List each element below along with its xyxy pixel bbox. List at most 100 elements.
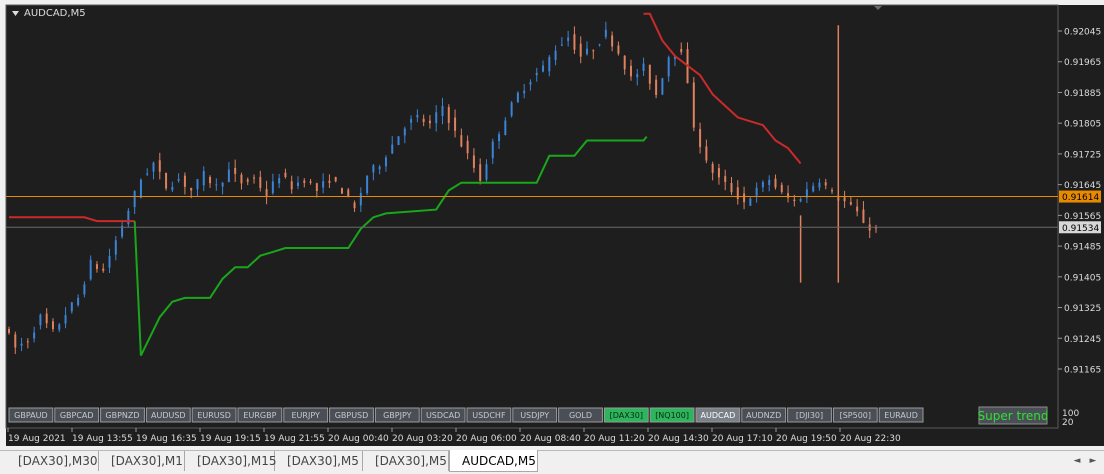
candle-body xyxy=(831,189,834,192)
candle-body xyxy=(271,181,274,194)
time-tick-label: 20 Aug 14:30 xyxy=(648,434,709,444)
symbol-button-eurusd[interactable]: EURUSD xyxy=(191,407,237,423)
symbol-button-label: EURUSD xyxy=(197,411,231,420)
candle-body xyxy=(655,79,658,95)
candle-body xyxy=(711,163,714,173)
symbol-button-audnzd[interactable]: AUDNZD xyxy=(741,407,787,423)
candle-body xyxy=(479,164,482,181)
symbol-button-sp500[interactable]: [SP500] xyxy=(832,407,878,423)
candle-body xyxy=(146,173,149,175)
symbol-button-label: EURGBP xyxy=(243,411,276,420)
time-tick-label: 20 Aug 17:10 xyxy=(712,434,773,444)
symbol-button-dji30[interactable]: [DJI30] xyxy=(787,407,832,423)
symbol-button-usdcad[interactable]: USDCAD xyxy=(420,407,466,423)
candle-body xyxy=(466,140,469,154)
candle-body xyxy=(642,63,645,71)
candle-body xyxy=(542,65,545,72)
candle-body xyxy=(410,119,413,123)
candle-body xyxy=(529,82,532,85)
candle-body xyxy=(736,187,739,200)
candle-body xyxy=(315,183,318,191)
symbol-button-label: USDJPY xyxy=(520,411,549,420)
time-tick-label: 20 Aug 08:40 xyxy=(520,434,581,444)
symbol-button-audcad[interactable]: AUDCAD xyxy=(695,407,741,423)
super-trend-badge[interactable]: Super trend xyxy=(978,406,1049,425)
candle-body xyxy=(95,264,98,270)
candle-body xyxy=(26,341,29,343)
price-tick-label: 0.91325 xyxy=(1064,304,1101,314)
tab-scroll-right-icon[interactable]: ► xyxy=(1086,453,1100,469)
bid-price-label: 0.91614 xyxy=(1062,193,1099,203)
candle-body xyxy=(567,37,570,41)
symbol-button-gbpnzd[interactable]: GBPNZD xyxy=(100,407,145,423)
candle-body xyxy=(127,210,130,225)
chart-tab[interactable]: [DAX30],M15 xyxy=(185,451,277,471)
symbol-button-gbpjpy[interactable]: GBPJPY xyxy=(374,407,420,423)
candle-body xyxy=(265,189,268,196)
candle-body xyxy=(39,314,42,326)
candle-body xyxy=(259,176,262,188)
candle-body xyxy=(485,164,488,180)
candle-body xyxy=(108,256,111,268)
candle-body xyxy=(303,180,306,183)
candle-body xyxy=(586,48,588,55)
candle-body xyxy=(774,178,777,188)
symbol-button-gbpcad[interactable]: GBPCAD xyxy=(54,407,100,423)
candle-body xyxy=(384,157,387,167)
symbol-button-label: GBPNZD xyxy=(105,411,139,420)
candle-body xyxy=(202,171,205,186)
candle-body xyxy=(441,106,444,117)
symbol-button-euraud[interactable]: EURAUD xyxy=(878,407,924,423)
symbol-button-usdjpy[interactable]: USDJPY xyxy=(512,407,558,423)
price-tick-label: 0.91645 xyxy=(1064,181,1101,191)
symbol-button-label: EURJPY xyxy=(292,411,320,420)
tab-scroll-left-icon[interactable]: ◄ xyxy=(1070,453,1084,469)
time-tick-label: 19 Aug 16:35 xyxy=(136,434,197,444)
symbol-button-dax30[interactable]: [DAX30] xyxy=(603,407,649,423)
symbol-button-label: AUDUSD xyxy=(151,411,186,420)
symbol-button-label: GBPAUD xyxy=(14,411,48,420)
candle-body xyxy=(391,144,394,154)
candle-body xyxy=(818,182,821,188)
candle-body xyxy=(378,166,381,170)
candle-body xyxy=(780,184,783,192)
chart-tab[interactable]: [DAX30],M1 xyxy=(99,451,185,471)
candle-body xyxy=(290,181,293,190)
candle-body xyxy=(177,178,180,181)
chart-tab[interactable]: [DAX30],M5 xyxy=(363,451,449,471)
chart-window[interactable]: 0.92045 0.91965 0.91885 0.91805 0.91725 0.916… xyxy=(0,0,1104,450)
candle-body xyxy=(8,329,10,333)
symbol-button-audusd[interactable]: AUDUSD xyxy=(145,407,191,423)
candle-body xyxy=(862,209,865,223)
symbol-button-eurgbp[interactable]: EURGBP xyxy=(237,407,283,423)
candle-body xyxy=(165,172,168,189)
price-tick-label: 0.91565 xyxy=(1064,212,1101,222)
candle-body xyxy=(705,146,708,161)
candle-body xyxy=(152,162,155,172)
candle-body xyxy=(648,64,651,84)
symbol-button-gold[interactable]: GOLD xyxy=(558,407,603,423)
candle-body xyxy=(510,102,513,116)
chart-canvas[interactable]: 0.92045 0.91965 0.91885 0.91805 0.91725 0.916… xyxy=(0,0,1104,450)
candle-body xyxy=(472,155,475,168)
candle-body xyxy=(403,128,406,136)
super-trend-label: Super trend xyxy=(978,409,1049,423)
candle-body xyxy=(730,183,733,193)
candle-body xyxy=(215,184,218,186)
symbol-button-label: GBPCAD xyxy=(60,411,94,420)
symbol-button-usdchf[interactable]: USDCHF xyxy=(466,407,512,423)
symbol-button-gbpaud[interactable]: GBPAUD xyxy=(8,407,54,423)
symbol-button-label: GOLD xyxy=(569,411,592,420)
chart-tab[interactable]: [DAX30],M30 xyxy=(6,451,99,471)
price-tick-label: 0.91165 xyxy=(1064,366,1101,376)
candle-body xyxy=(812,185,815,192)
candle-body xyxy=(598,44,601,46)
chart-tab[interactable]: [DAX30],M5 xyxy=(275,451,363,471)
symbol-button-label: [NQ100] xyxy=(655,411,689,420)
price-tick-label: 0.91965 xyxy=(1064,58,1101,68)
symbol-button-eurjpy[interactable]: EURJPY xyxy=(283,407,329,423)
symbol-button-gbpusd[interactable]: GBPUSD xyxy=(329,407,374,423)
candle-body xyxy=(51,321,54,330)
symbol-button-nq100[interactable]: [NQ100] xyxy=(649,407,695,423)
chart-tab[interactable]: AUDCAD,M5 xyxy=(449,450,538,472)
